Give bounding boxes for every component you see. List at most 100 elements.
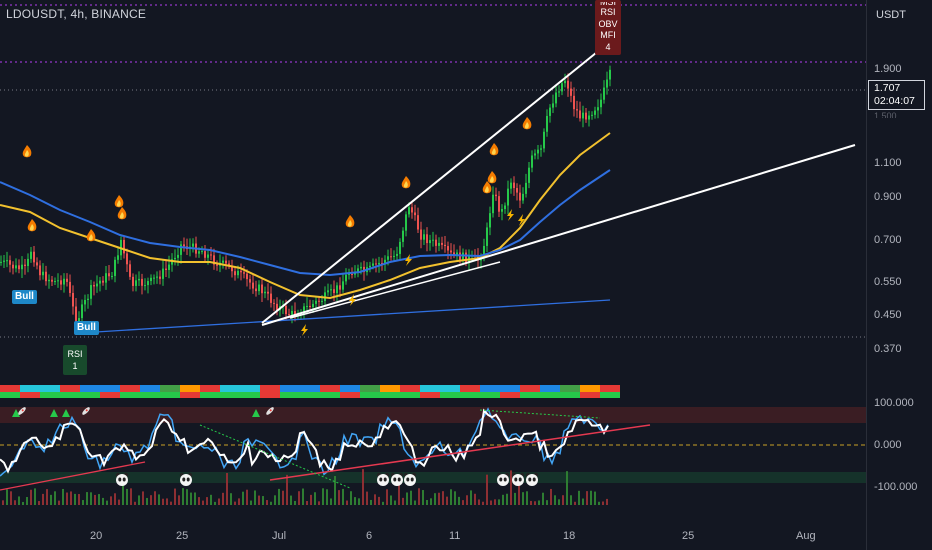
candle-body	[537, 149, 539, 154]
status-band-segment	[500, 392, 520, 398]
fire-icon	[117, 207, 127, 220]
symbol-title[interactable]: LDOUSDT, 4h, BINANCE	[6, 7, 146, 21]
candle-body	[504, 205, 506, 209]
volume-bar	[438, 492, 440, 505]
panda-eye	[182, 477, 186, 482]
status-band-segment	[160, 392, 180, 398]
candle-body	[570, 88, 572, 96]
volume-bar	[522, 492, 524, 505]
panda-eye	[406, 477, 410, 482]
volume-bar	[490, 500, 492, 505]
combo-badge-line: 4	[605, 41, 611, 52]
candle-body	[438, 242, 440, 246]
candle-body	[162, 268, 164, 279]
volume-bar	[226, 472, 228, 505]
chart-area[interactable]: LDOUSDT, 4h, BINANCE USDT 1.900 1.500 1.…	[0, 0, 932, 550]
combo-badge-line: RSI	[600, 7, 616, 17]
candle-body	[21, 264, 23, 270]
panda-icon	[115, 472, 129, 486]
fire-icon	[522, 117, 532, 130]
volume-bar	[294, 500, 296, 505]
bull-signal-badge[interactable]: Bull	[74, 321, 99, 335]
panda-face	[404, 474, 416, 486]
candle-body	[429, 240, 431, 244]
candle-body	[117, 255, 119, 260]
volume-bar	[78, 494, 80, 505]
candle-body	[153, 277, 155, 279]
candle-body	[15, 265, 17, 269]
price-tick: 0.450	[874, 309, 902, 321]
candle-body	[564, 80, 566, 84]
volume-bar	[502, 494, 504, 505]
chart-canvas[interactable]	[0, 0, 932, 550]
time-tick: 18	[563, 530, 576, 542]
volume-bar	[38, 501, 40, 505]
combo-badge-line: OBV	[598, 18, 618, 29]
candle-body	[180, 244, 182, 255]
candle-body	[84, 299, 86, 305]
candle-body	[267, 291, 269, 294]
volume-bar	[162, 498, 164, 505]
last-price-label: 1.707 02:04:07	[868, 80, 925, 110]
candle-body	[234, 271, 236, 276]
candle-body	[87, 298, 89, 300]
candle-body	[327, 290, 329, 293]
volume-bar	[410, 490, 412, 505]
overbought-zone	[0, 407, 866, 423]
candle-body	[360, 266, 362, 269]
volume-bar	[166, 498, 168, 505]
volume-bar	[494, 499, 496, 505]
candle-body	[264, 291, 266, 294]
volume-bar	[286, 474, 288, 505]
volume-bar	[34, 488, 36, 505]
candle-body	[534, 153, 536, 156]
time-tick: 6	[366, 530, 373, 542]
status-band-segment	[0, 385, 20, 392]
candle-body	[372, 263, 374, 266]
volume-bar	[454, 491, 456, 505]
candle-body	[369, 265, 371, 268]
volume-bar	[458, 496, 460, 505]
rsi-signal-badge[interactable]: RSI 1	[63, 345, 87, 375]
inner-trendline	[289, 261, 501, 319]
volume-bar	[50, 494, 52, 505]
volume-bar	[538, 500, 540, 505]
volume-bar	[2, 500, 4, 505]
combo-signal-badge[interactable]: MSI RSI OBV MFI 4	[595, 0, 621, 55]
candle-body	[216, 264, 218, 266]
status-band-segment	[340, 385, 360, 392]
candle-body	[108, 273, 110, 277]
status-band-segment	[0, 392, 20, 398]
bull-signal-badge[interactable]: Bull	[12, 290, 37, 304]
volume-bar	[370, 499, 372, 505]
panda-icon	[496, 472, 510, 486]
volume-bar	[606, 498, 608, 505]
candle-body	[486, 227, 488, 246]
currency-label[interactable]: USDT	[876, 9, 906, 21]
candle-body	[513, 182, 515, 189]
candle-body	[552, 103, 554, 108]
status-band-segment	[540, 385, 560, 392]
candle-body	[30, 251, 32, 259]
panda-eye	[518, 477, 522, 482]
volume-bar	[106, 500, 108, 505]
volume-bar	[330, 498, 332, 505]
candle-body	[522, 193, 524, 201]
volume-bar	[6, 489, 8, 505]
status-band-segment	[300, 392, 320, 398]
candle-body	[597, 107, 599, 111]
volume-bar	[354, 497, 356, 505]
candle-body	[51, 279, 53, 282]
volume-bar	[466, 495, 468, 505]
status-band-segment	[500, 385, 520, 392]
status-band-segment	[420, 392, 440, 398]
candle-body	[105, 273, 107, 283]
status-band-segment	[260, 392, 280, 398]
candle-body	[582, 112, 584, 119]
volume-bar	[206, 497, 208, 505]
candle-body	[3, 260, 5, 262]
volume-bar	[594, 491, 596, 505]
panda-icon	[511, 472, 525, 486]
status-band-segment	[340, 392, 360, 398]
candle-body	[96, 283, 98, 287]
